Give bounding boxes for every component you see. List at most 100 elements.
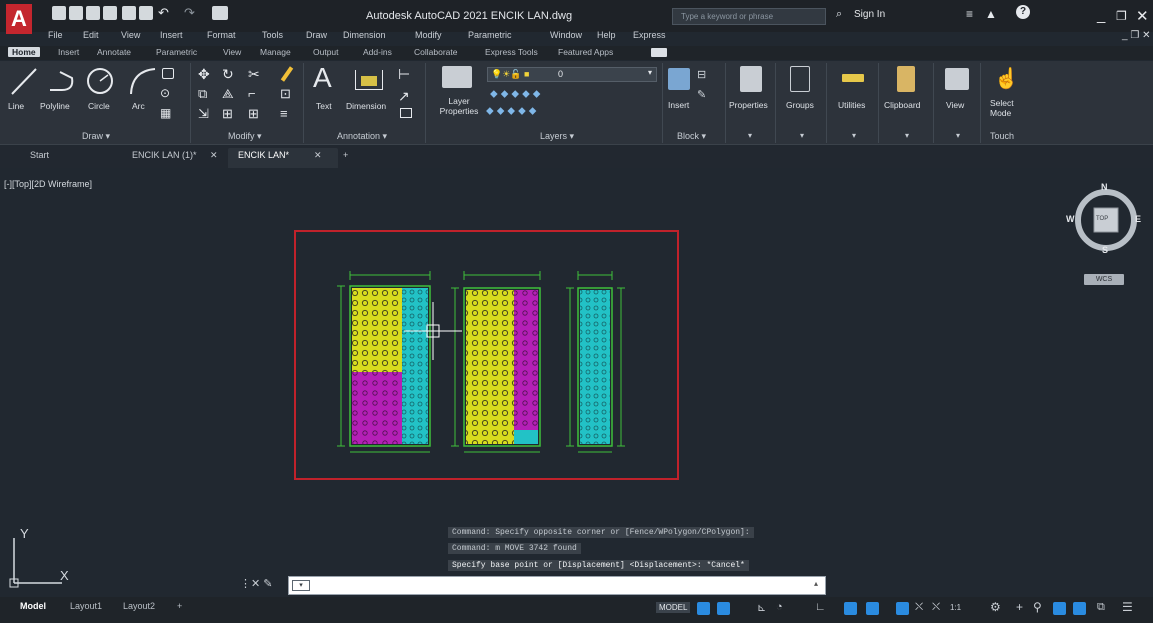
menu-file[interactable]: File bbox=[48, 30, 63, 40]
isolate-icon[interactable]: ⚲ bbox=[1033, 600, 1042, 614]
scale-icon[interactable]: ⊞ bbox=[222, 106, 233, 122]
menu-dimension[interactable]: Dimension bbox=[343, 30, 386, 40]
command-close-icon[interactable]: ⋮✕ ✎ bbox=[240, 577, 273, 590]
text-icon[interactable]: A bbox=[313, 62, 332, 94]
cyan-hatch-area[interactable] bbox=[580, 290, 610, 444]
yellow-hatch-area[interactable] bbox=[466, 406, 514, 444]
menu-view[interactable]: View bbox=[121, 30, 140, 40]
add-layout-icon[interactable]: + bbox=[177, 601, 182, 611]
tab-manage[interactable]: Manage bbox=[260, 47, 291, 57]
linear-dim-icon[interactable]: ⊢ bbox=[398, 66, 410, 83]
insert-block-icon[interactable] bbox=[668, 68, 690, 90]
polyline-icon[interactable] bbox=[48, 68, 78, 94]
trim-icon[interactable]: ✂ bbox=[248, 66, 260, 83]
undo-icon[interactable]: ↶ bbox=[158, 5, 169, 21]
hatch-icon[interactable]: ⊙ bbox=[160, 86, 170, 100]
tab-drawing-2[interactable]: ENCIK LAN* bbox=[238, 150, 289, 160]
snap-icon[interactable] bbox=[717, 602, 730, 615]
circle-icon[interactable] bbox=[86, 66, 114, 96]
tab-layout1[interactable]: Layout1 bbox=[70, 601, 102, 611]
arc-icon[interactable] bbox=[128, 66, 158, 96]
menu-help[interactable]: Help bbox=[597, 30, 616, 40]
plot-icon[interactable] bbox=[139, 6, 153, 20]
autocad-logo-icon[interactable]: A bbox=[6, 4, 32, 34]
create-block-icon[interactable]: ⊟ bbox=[697, 68, 706, 81]
save-as-icon[interactable] bbox=[103, 6, 117, 20]
draw-panel-title[interactable]: Draw ▾ bbox=[82, 131, 110, 142]
modify-panel-title[interactable]: Modify ▾ bbox=[228, 131, 262, 142]
menu-tools[interactable]: Tools bbox=[262, 30, 283, 40]
rotate-icon[interactable]: ↻ bbox=[222, 66, 234, 83]
tab-featured-apps[interactable]: Featured Apps bbox=[558, 47, 613, 57]
close-icon[interactable]: ✕ bbox=[1136, 7, 1149, 25]
yellow-hatch-area[interactable] bbox=[352, 288, 402, 372]
menu-modify[interactable]: Modify bbox=[415, 30, 442, 40]
save-icon[interactable] bbox=[86, 6, 100, 20]
tab-close-icon[interactable]: ✕ bbox=[314, 150, 322, 161]
annotation-visibility-icon[interactable] bbox=[896, 602, 909, 615]
add-icon[interactable]: + bbox=[1016, 600, 1023, 614]
rectangle-icon[interactable] bbox=[162, 68, 174, 79]
new-tab-icon[interactable]: + bbox=[343, 150, 348, 160]
offset-icon[interactable]: ≡ bbox=[280, 106, 288, 121]
view-icon[interactable] bbox=[945, 68, 969, 90]
drawing-close-icon[interactable]: _ ❐ ✕ bbox=[1122, 30, 1150, 41]
cart-icon[interactable]: ≡ bbox=[966, 7, 973, 21]
view-panel-expand-icon[interactable]: ▾ bbox=[956, 131, 960, 140]
tab-model[interactable]: Model bbox=[20, 601, 46, 611]
magenta-hatch-area[interactable] bbox=[352, 372, 402, 444]
redo-icon[interactable]: ↷ bbox=[184, 5, 195, 21]
search-icon[interactable]: ⌕ bbox=[836, 8, 842, 21]
sign-in-button[interactable]: Sign In bbox=[854, 9, 885, 20]
groups-panel-expand-icon[interactable]: ▾ bbox=[800, 131, 804, 140]
menu-express[interactable]: Express bbox=[633, 30, 666, 40]
tab-view[interactable]: View bbox=[223, 47, 241, 57]
clipboard-panel-expand-icon[interactable]: ▾ bbox=[905, 131, 909, 140]
tab-collaborate[interactable]: Collaborate bbox=[414, 47, 457, 57]
menu-insert[interactable]: Insert bbox=[160, 30, 183, 40]
line-icon[interactable] bbox=[10, 66, 38, 96]
fillet-icon[interactable]: ⌐ bbox=[248, 86, 256, 101]
model-space-button[interactable]: MODEL bbox=[656, 602, 691, 613]
utilities-panel-expand-icon[interactable]: ▾ bbox=[852, 131, 856, 140]
clean-screen-icon[interactable] bbox=[1073, 602, 1086, 615]
command-input[interactable] bbox=[288, 576, 826, 595]
ortho-icon[interactable]: ⊾ bbox=[757, 601, 766, 614]
compass-north[interactable]: N bbox=[1101, 182, 1108, 192]
tab-express-tools[interactable]: Express Tools bbox=[485, 47, 538, 57]
select-mode-icon[interactable]: ☝ bbox=[994, 66, 1019, 91]
search-input[interactable]: Type a keyword or phrase bbox=[672, 8, 826, 25]
magenta-hatch-area[interactable] bbox=[514, 290, 538, 430]
minimize-icon[interactable]: _ bbox=[1097, 7, 1105, 24]
cyan-hatch-area[interactable] bbox=[514, 430, 538, 444]
open-icon[interactable] bbox=[69, 6, 83, 20]
tab-home[interactable]: Home bbox=[8, 47, 40, 57]
fullscreen-icon[interactable]: ⧉ bbox=[1097, 601, 1105, 614]
copy-icon[interactable]: ⧉ bbox=[198, 86, 207, 102]
properties-panel-expand-icon[interactable]: ▾ bbox=[748, 131, 752, 140]
cyan-hatch-area[interactable] bbox=[402, 288, 428, 444]
clipboard-icon[interactable] bbox=[897, 66, 915, 92]
compass-east[interactable]: E bbox=[1135, 214, 1141, 224]
table-icon[interactable] bbox=[400, 108, 412, 118]
groups-icon[interactable] bbox=[790, 66, 810, 92]
tab-parametric[interactable]: Parametric bbox=[156, 47, 197, 57]
tab-output[interactable]: Output bbox=[313, 47, 339, 57]
menu-parametric[interactable]: Parametric bbox=[468, 30, 512, 40]
tab-close-icon[interactable]: ✕ bbox=[210, 150, 218, 161]
web-open-icon[interactable] bbox=[122, 6, 136, 20]
viewcube-top-face[interactable]: TOP bbox=[1096, 216, 1108, 222]
tab-start[interactable]: Start bbox=[30, 150, 49, 160]
move-icon[interactable]: ✥ bbox=[198, 66, 210, 83]
array-icon[interactable]: ⊞ bbox=[248, 106, 259, 122]
block-panel-title[interactable]: Block ▾ bbox=[677, 131, 706, 142]
tab-drawing-1[interactable]: ENCIK LAN (1)* bbox=[132, 150, 197, 160]
chevron-down-icon[interactable]: ▾ bbox=[648, 68, 652, 77]
tab-layout2[interactable]: Layout2 bbox=[123, 601, 155, 611]
customize-menu-icon[interactable]: ☰ bbox=[1122, 600, 1133, 614]
share-icon[interactable] bbox=[212, 6, 228, 20]
wcs-menu[interactable]: WCS bbox=[1084, 274, 1124, 285]
properties-icon[interactable] bbox=[740, 66, 762, 92]
annotation-scale-icon[interactable]: ⛌ bbox=[932, 601, 940, 614]
isodraft-icon[interactable]: ∟ bbox=[815, 601, 826, 613]
